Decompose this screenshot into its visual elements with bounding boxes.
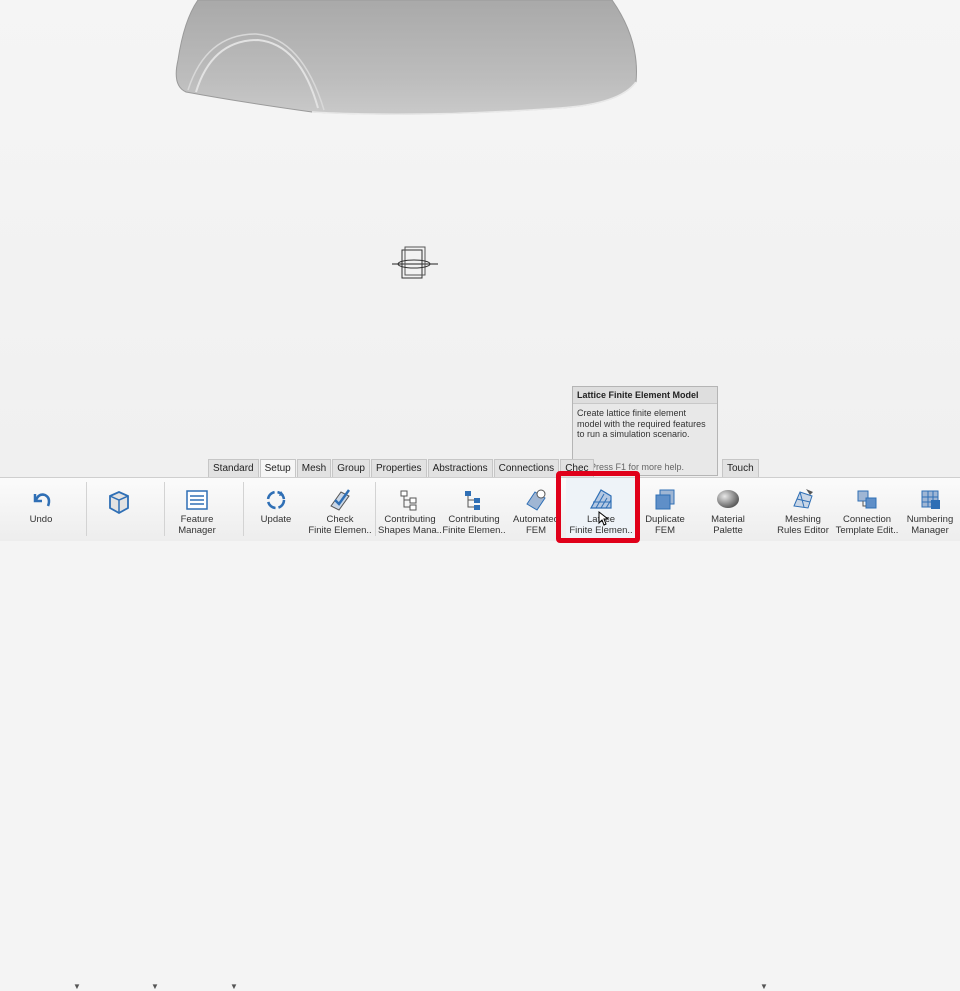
meshing-rules-icon — [793, 489, 813, 509]
duplicate-fem-label-2: FEM — [654, 525, 676, 536]
tab-abstractions[interactable]: Abstractions — [427, 459, 493, 477]
tab-touch[interactable]: Touch — [722, 459, 759, 477]
feature-manager-icon — [186, 490, 208, 510]
toolbar-separator — [164, 482, 165, 536]
undo-dropdown-icon[interactable]: ▼ — [73, 982, 81, 991]
update-icon — [266, 490, 286, 510]
fe-tree-icon — [465, 491, 480, 510]
numbering-manager-button[interactable]: Numbering Manager — [904, 478, 956, 541]
automated-fem-button[interactable]: Automated FEM — [510, 478, 562, 541]
toolbar-separator — [243, 482, 244, 536]
tab-group[interactable]: Group — [332, 459, 370, 477]
connection-template-label-1: Connection — [842, 514, 892, 525]
tab-mesh[interactable]: Mesh — [296, 459, 332, 477]
feature-manager-label-1: Feature — [180, 514, 214, 525]
action-bar: Undo ▼ ▼ Feature Manager ▼ Update Check … — [0, 477, 960, 991]
material-palette-dropdown-icon[interactable]: ▼ — [760, 982, 768, 991]
connection-template-label-2: Template Edit.. — [835, 525, 899, 536]
numbering-manager-icon — [921, 490, 940, 509]
tooltip-title: Lattice Finite Element Model — [573, 387, 717, 404]
tab-properties[interactable]: Properties — [370, 459, 427, 477]
connection-template-icon — [857, 490, 877, 509]
feature-manager-button[interactable]: Feature Manager — [172, 478, 222, 541]
duplicate-fem-icon — [655, 489, 675, 510]
check-fe-icon — [330, 489, 351, 511]
meshing-rules-label-1: Meshing — [785, 514, 821, 525]
automated-fem-label-1: Automated — [513, 514, 559, 525]
contributing-shapes-button[interactable]: Contributing Shapes Mana.. — [378, 478, 442, 541]
section-button[interactable] — [98, 478, 140, 541]
undo-button[interactable]: Undo — [20, 478, 62, 541]
dome-model[interactable] — [0, 0, 960, 120]
update-button[interactable]: Update — [254, 478, 298, 541]
contributing-shapes-label-2: Shapes Mana.. — [378, 525, 442, 536]
toolbar-separator — [375, 482, 376, 536]
compass-axis-icon[interactable] — [390, 243, 440, 283]
check-fe-label-2: Finite Elemen.. — [308, 525, 372, 536]
tab-connections[interactable]: Connections — [493, 459, 560, 477]
meshing-rules-editor-button[interactable]: Meshing Rules Editor — [774, 478, 832, 541]
material-sphere-icon — [717, 490, 739, 508]
contributing-shapes-label-1: Contributing — [384, 514, 436, 525]
duplicate-fem-button[interactable]: Duplicate FEM — [640, 478, 690, 541]
tooltip-description: Create lattice finite element model with… — [577, 408, 706, 439]
check-fe-button[interactable]: Check Finite Elemen.. — [308, 478, 372, 541]
material-palette-label-1: Material — [711, 514, 745, 525]
part-shape-icon — [109, 491, 129, 515]
section-dropdown-icon[interactable]: ▼ — [151, 982, 159, 991]
tree-icon — [400, 490, 417, 511]
undo-label: Undo — [29, 514, 53, 525]
feature-manager-dropdown-icon[interactable]: ▼ — [230, 982, 238, 991]
undo-icon — [33, 493, 51, 507]
check-fe-label-1: Check — [326, 514, 354, 525]
duplicate-fem-label-1: Duplicate — [645, 514, 685, 525]
automated-fem-icon — [526, 489, 546, 511]
cursor-icon — [598, 511, 610, 526]
numbering-manager-label-1: Numbering — [906, 514, 954, 525]
contributing-fe-label-2: Finite Elemen.. — [442, 525, 506, 536]
feature-manager-label-2: Manager — [178, 525, 216, 536]
automated-fem-label-2: FEM — [525, 525, 547, 536]
meshing-rules-label-2: Rules Editor — [777, 525, 829, 536]
toolbar-separator — [86, 482, 87, 536]
contributing-fe-label-1: Contributing — [448, 514, 500, 525]
update-label: Update — [260, 514, 292, 525]
3d-viewport[interactable] — [0, 0, 960, 478]
tab-standard[interactable]: Standard — [208, 459, 259, 477]
action-bar-tabs: Standard Setup Mesh Group Properties Abs… — [208, 459, 595, 477]
material-palette-button[interactable]: Material Palette — [702, 478, 754, 541]
material-palette-label-2: Palette — [713, 525, 743, 536]
connection-template-editor-button[interactable]: Connection Template Edit.. — [834, 478, 900, 541]
tab-setup[interactable]: Setup — [259, 459, 296, 477]
numbering-manager-label-2: Manager — [911, 525, 949, 536]
highlight-box — [556, 471, 640, 543]
contributing-fe-button[interactable]: Contributing Finite Elemen.. — [442, 478, 506, 541]
